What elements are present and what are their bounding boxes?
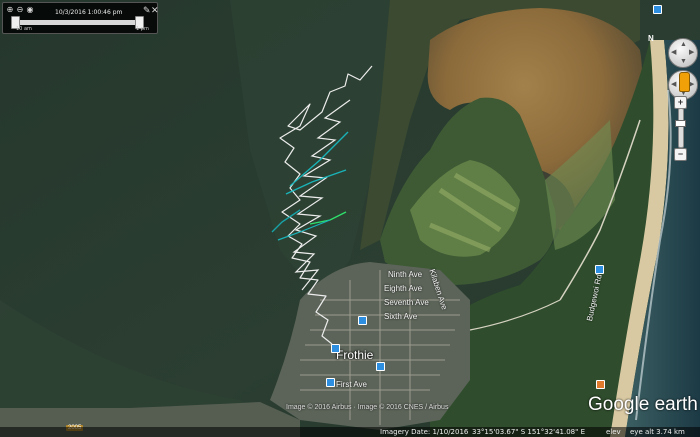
close-icon[interactable]: ✕ [151, 5, 159, 16]
google-earth-logo: Google earth [588, 394, 698, 415]
street-label: Seventh Ave [384, 298, 429, 307]
imagery-date: Imagery Date: 1/10/2016 [380, 428, 469, 436]
time-slider-panel[interactable]: ⊕ ⊖ ◉ 10/3/2016 1:00:46 pm ✎ ✕ 10 am 1 p… [2, 2, 159, 34]
time-slider-end-label: 1 pm [136, 26, 149, 32]
place-pin[interactable] [653, 5, 662, 14]
wrench-icon[interactable]: ✎ [143, 5, 151, 16]
zoom-slider-thumb[interactable] [675, 120, 686, 127]
place-pin[interactable] [326, 378, 335, 387]
status-bar: Imagery Date: 1/10/2016 33°15'03.67" S 1… [0, 427, 700, 437]
coordinates: 33°15'03.67" S 151°32'41.08" E [472, 428, 585, 436]
eye-altitude: eye alt 3.74 km [630, 428, 685, 436]
street-label: Ninth Ave [388, 270, 423, 279]
copyright-text: Image © 2016 Airbus · Image © 2016 CNES … [286, 404, 449, 411]
time-slider-start-label: 10 am [16, 26, 32, 32]
gps-track [271, 65, 373, 345]
street-label: Eighth Ave [384, 284, 423, 293]
north-indicator[interactable]: N [648, 34, 657, 44]
look-joystick[interactable]: ▲ ▼ ◀ ▶ [668, 38, 698, 68]
time-slider-date: 10/3/2016 1:00:46 pm [55, 9, 123, 16]
place-pin[interactable] [595, 265, 604, 274]
time-slider-track[interactable] [17, 20, 141, 25]
elevation: elev [606, 428, 621, 436]
zoom-out-button[interactable]: − [674, 148, 687, 161]
zoom-slider-track[interactable] [678, 108, 684, 148]
town-label: Frothie [336, 348, 374, 362]
place-pin[interactable] [331, 344, 340, 353]
street-label: First Ave [336, 380, 367, 389]
zoom-in-icon[interactable]: ⊕ [6, 6, 14, 14]
street-label: Sixth Ave [384, 312, 418, 321]
place-pin[interactable] [376, 362, 385, 371]
place-pin[interactable] [596, 380, 605, 389]
map-viewport[interactable]: ⊕ ⊖ ◉ 10/3/2016 1:00:46 pm ✎ ✕ 10 am 1 p… [0, 0, 700, 437]
place-pin[interactable] [358, 316, 367, 325]
zoom-out-icon[interactable]: ⊖ [16, 6, 24, 14]
eye-icon[interactable]: ◉ [26, 6, 34, 14]
pegman-icon[interactable] [679, 72, 690, 92]
